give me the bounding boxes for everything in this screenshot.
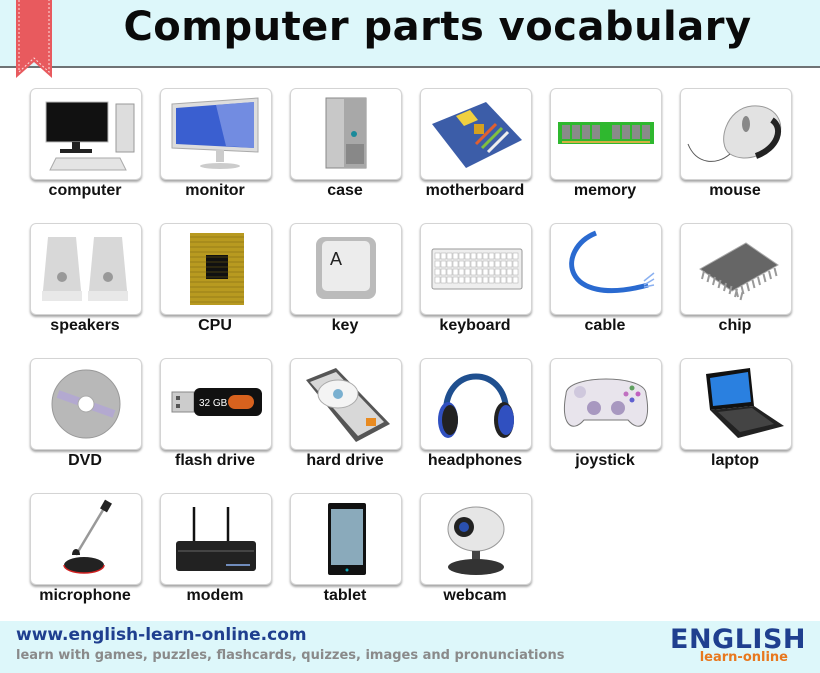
vocab-label: DVD (68, 452, 102, 469)
case-icon (325, 97, 367, 169)
vocab-card[interactable]: 32 GB (160, 358, 272, 450)
vocab-card[interactable] (680, 223, 792, 315)
webcam-icon (447, 506, 505, 575)
vocab-label: laptop (711, 452, 759, 469)
vocab-label: webcam (443, 587, 507, 604)
page-title: Computer parts vocabulary (123, 4, 752, 50)
chip-icon (699, 242, 779, 301)
modem-icon (176, 507, 256, 571)
vocab-label: chip (718, 317, 752, 334)
cpu-icon (190, 233, 244, 305)
vocab-card[interactable] (160, 223, 272, 315)
logo-learn-online: learn-online (699, 650, 788, 665)
vocab-card[interactable] (160, 88, 272, 180)
vocab-card[interactable] (30, 493, 142, 585)
vocab-card[interactable] (550, 88, 662, 180)
memory-icon (558, 122, 654, 144)
vocab-label: tablet (323, 587, 367, 604)
header-banner: Computer parts vocabulary (0, 0, 820, 78)
vocab-card[interactable] (680, 88, 792, 180)
vocab-label: hard drive (306, 452, 384, 469)
vocab-card[interactable] (420, 493, 532, 585)
vocab-card[interactable] (680, 358, 792, 450)
hard-drive-icon (306, 368, 390, 442)
vocab-card[interactable] (30, 88, 142, 180)
vocab-label: case (327, 182, 363, 199)
site-url-link[interactable]: www.english-learn-online.com (16, 625, 307, 645)
key-icon: A (316, 237, 376, 299)
vocab-label: motherboard (425, 182, 525, 199)
vocab-label: modem (186, 587, 244, 604)
vocab-card[interactable] (290, 358, 402, 450)
vocab-label: microphone (39, 587, 131, 604)
vocab-label: key (331, 317, 359, 334)
vocab-label: headphones (427, 452, 523, 469)
vocab-label: monitor (185, 182, 245, 199)
vocab-card[interactable] (290, 88, 402, 180)
laptop-icon (706, 368, 784, 438)
motherboard-icon (432, 102, 522, 168)
vocab-card[interactable] (160, 493, 272, 585)
vocab-card[interactable] (420, 88, 532, 180)
headphones-icon (438, 373, 514, 438)
computer-icon (45, 101, 135, 171)
cable-icon (569, 230, 655, 294)
vocab-label: memory (573, 182, 637, 199)
microphone-icon (63, 499, 112, 574)
vocab-card[interactable] (30, 223, 142, 315)
vocab-label: speakers (50, 317, 120, 334)
vocab-card[interactable] (420, 223, 532, 315)
vocab-label: flash drive (174, 452, 256, 469)
speakers-icon (42, 237, 128, 301)
tablet-icon (328, 503, 366, 575)
svg-text:32 GB: 32 GB (199, 398, 228, 409)
vocab-label: mouse (709, 182, 761, 199)
vocab-label: CPU (198, 317, 232, 334)
vocab-card[interactable] (290, 493, 402, 585)
keyboard-icon (431, 248, 523, 290)
flash-drive-icon: 32 GB (171, 388, 262, 416)
vocab-label: computer (48, 182, 122, 199)
footer: www.english-learn-online.com learn with … (0, 621, 820, 673)
joystick-icon (563, 378, 649, 427)
vocab-label: keyboard (439, 317, 511, 334)
vocab-label: cable (584, 317, 626, 334)
vocab-card[interactable] (30, 358, 142, 450)
dvd-icon (51, 369, 121, 439)
vocab-label: joystick (575, 452, 635, 469)
vocab-card[interactable] (420, 358, 532, 450)
vocab-card[interactable] (550, 223, 662, 315)
mouse-icon (687, 105, 782, 162)
vocab-card[interactable] (550, 358, 662, 450)
vocab-card[interactable]: A (290, 223, 402, 315)
svg-text:A: A (330, 249, 342, 269)
monitor-icon (171, 97, 259, 169)
tagline: learn with games, puzzles, flashcards, q… (16, 648, 565, 663)
